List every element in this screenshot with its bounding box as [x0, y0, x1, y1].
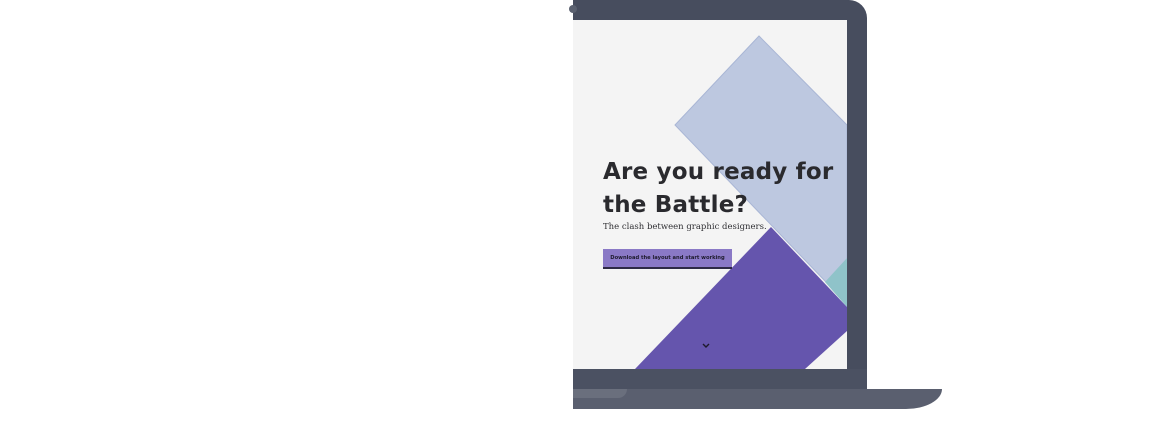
- hero-subtitle: The clash between graphic designers.: [603, 222, 767, 232]
- laptop-base-notch: [573, 389, 627, 398]
- laptop-base: [573, 389, 942, 409]
- laptop-screen: Are you ready for the Battle? The clash …: [573, 20, 847, 369]
- chevron-down-icon[interactable]: [701, 342, 711, 350]
- hero-title: Are you ready for the Battle?: [603, 159, 834, 218]
- download-layout-button[interactable]: Download the layout and start working: [603, 249, 732, 269]
- stage: Are you ready for the Battle? The clash …: [0, 0, 1149, 440]
- laptop-camera: [569, 5, 577, 13]
- laptop-chin: [573, 369, 867, 389]
